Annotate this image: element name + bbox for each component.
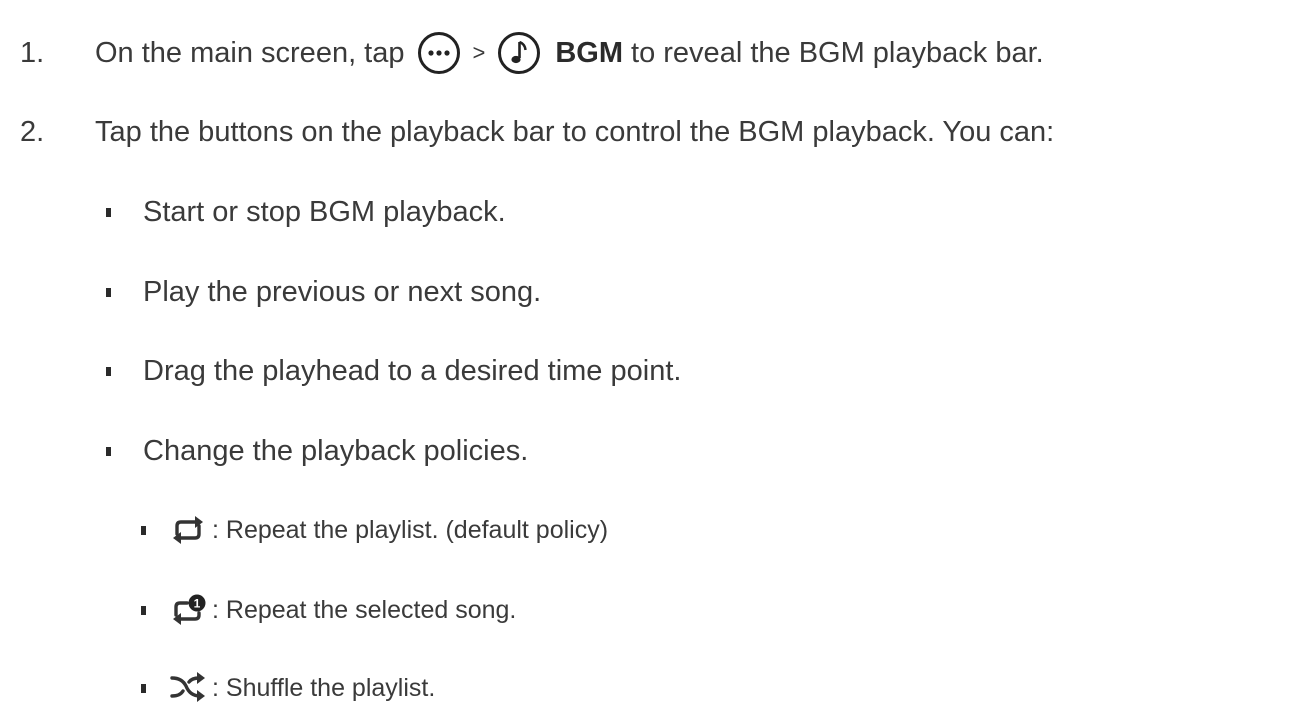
list-item: Start or stop BGM playback. xyxy=(106,192,506,232)
step-text: Tap the buttons on the playback bar to c… xyxy=(95,116,1055,148)
list-item-text: Play the previous or next song. xyxy=(143,276,542,308)
list-item: Drag the playhead to a desired time poin… xyxy=(106,351,681,391)
bullet xyxy=(141,525,146,535)
repeat-icon xyxy=(168,512,208,548)
step-number: 2. xyxy=(20,116,45,148)
bullet xyxy=(106,207,111,217)
separator: > xyxy=(472,40,486,65)
step-text-after: to reveal the BGM playback bar. xyxy=(631,37,1044,69)
step-1: 1. On the main screen, tap > BGM to reve… xyxy=(20,31,1044,75)
bullet xyxy=(141,605,146,615)
step-number: 1. xyxy=(20,37,45,69)
more-icon xyxy=(417,31,461,75)
bullet xyxy=(106,446,111,456)
step-text-before: On the main screen, tap xyxy=(95,37,405,69)
list-item-text: Change the playback policies. xyxy=(143,435,529,467)
policy-item: : Shuffle the playlist. xyxy=(141,668,435,708)
music-note-icon xyxy=(497,31,541,75)
policy-text: : Repeat the playlist. (default policy) xyxy=(212,516,609,544)
step-2: 2. Tap the buttons on the playback bar t… xyxy=(20,112,1054,152)
list-item-text: Start or stop BGM playback. xyxy=(143,196,506,228)
list-item: Play the previous or next song. xyxy=(106,272,541,312)
policy-item: 1 : Repeat the selected song. xyxy=(141,590,516,630)
bullet xyxy=(141,683,146,693)
shuffle-icon xyxy=(168,670,208,706)
repeat-one-icon: 1 xyxy=(168,592,208,628)
svg-text:1: 1 xyxy=(194,597,201,611)
list-item: Change the playback policies. xyxy=(106,431,528,471)
bullet xyxy=(106,366,111,376)
bgm-label: BGM xyxy=(555,37,624,69)
policy-text: : Shuffle the playlist. xyxy=(212,674,436,702)
bullet xyxy=(106,287,111,297)
list-item-text: Drag the playhead to a desired time poin… xyxy=(143,355,682,387)
policy-text: : Repeat the selected song. xyxy=(212,596,517,624)
policy-item: : Repeat the playlist. (default policy) xyxy=(141,510,608,550)
